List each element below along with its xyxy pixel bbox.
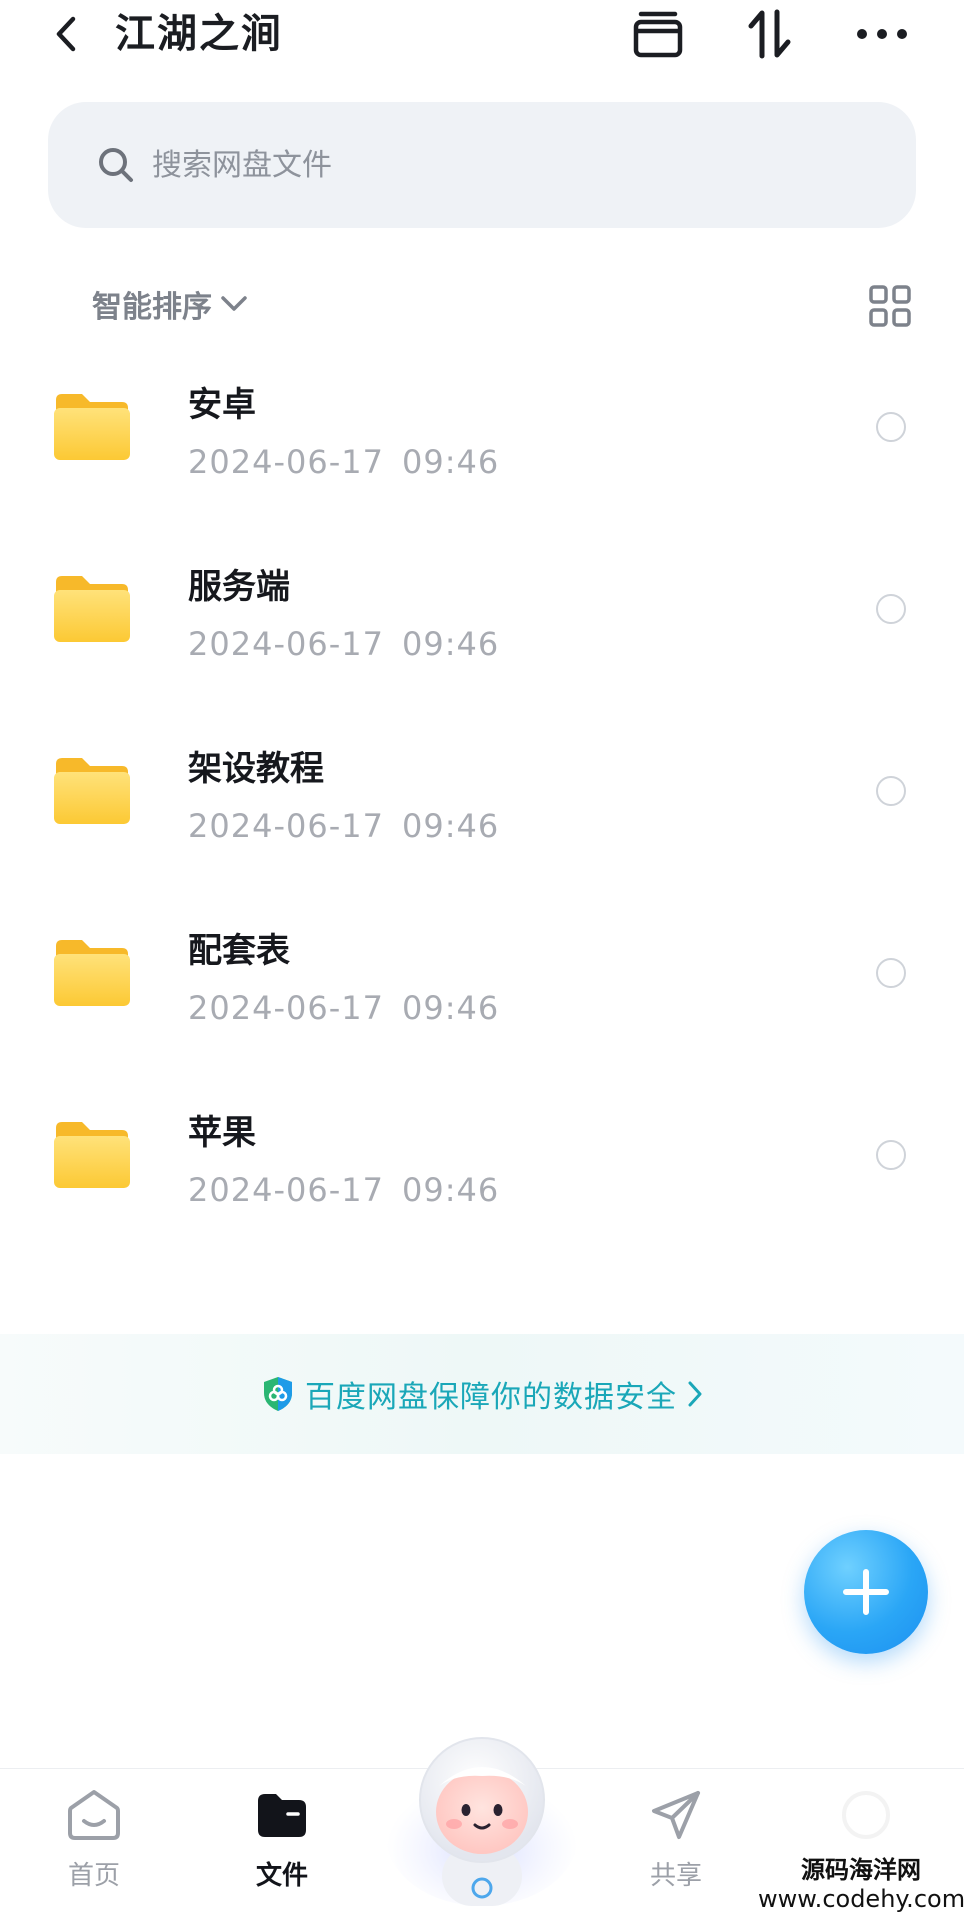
sort-transfer-icon xyxy=(748,9,791,59)
file-row[interactable]: 架设教程 2024-06-17 09:46 xyxy=(0,724,964,906)
sort-row: 智能排序 xyxy=(0,274,964,334)
tab-share-label: 共享 xyxy=(649,1861,702,1891)
search-icon xyxy=(96,145,136,185)
tab-files-label: 文件 xyxy=(255,1861,308,1891)
select-checkbox[interactable] xyxy=(876,412,906,442)
page-title: 江湖之涧 xyxy=(115,11,283,57)
folder-icon xyxy=(54,940,130,1006)
more-icon xyxy=(857,29,907,39)
file-modified-time: 2024-06-17 09:46 xyxy=(188,440,499,484)
file-modified-time: 2024-06-17 09:46 xyxy=(188,986,499,1030)
chevron-left-icon xyxy=(56,16,76,52)
file-clock: 09:46 xyxy=(401,443,500,481)
watermark-url: www.codehy.com xyxy=(758,1884,964,1914)
file-row[interactable]: 苹果 2024-06-17 09:46 xyxy=(0,1088,964,1270)
top-bar: 江湖之涧 xyxy=(0,0,964,70)
file-row[interactable]: 服务端 2024-06-17 09:46 xyxy=(0,542,964,724)
chevron-right-icon xyxy=(688,1381,702,1407)
profile-icon xyxy=(838,1787,894,1843)
chevron-down-icon xyxy=(221,296,247,311)
search-bar[interactable] xyxy=(48,102,916,228)
file-clock: 09:46 xyxy=(401,989,500,1027)
paper-plane-icon xyxy=(648,1787,704,1843)
archive-icon xyxy=(633,11,683,58)
tab-files[interactable]: 文件 xyxy=(222,1787,342,1907)
file-name: 配套表 xyxy=(188,931,290,971)
select-checkbox[interactable] xyxy=(876,1140,906,1170)
shield-icon xyxy=(264,1377,292,1411)
search-input[interactable] xyxy=(152,147,752,183)
file-row[interactable]: 安卓 2024-06-17 09:46 xyxy=(0,360,964,542)
file-name: 服务端 xyxy=(188,567,290,607)
file-name: 苹果 xyxy=(188,1113,256,1153)
folder-icon xyxy=(54,1122,130,1188)
back-button[interactable] xyxy=(44,8,88,60)
select-checkbox[interactable] xyxy=(876,958,906,988)
add-button[interactable] xyxy=(804,1530,928,1654)
folder-icon xyxy=(54,576,130,642)
security-banner[interactable]: 百度网盘保障你的数据安全 xyxy=(0,1334,964,1454)
security-text: 百度网盘保障你的数据安全 xyxy=(305,1380,677,1415)
archive-button[interactable] xyxy=(628,6,688,62)
app-root: 江湖之涧 搜索网盘文件 智能排序 安卓 2024-06-17 09:46 服务端… xyxy=(0,0,964,1918)
folder-icon xyxy=(54,758,130,824)
file-date: 2024-06-17 xyxy=(188,807,384,845)
file-date: 2024-06-17 xyxy=(188,625,384,663)
more-button[interactable] xyxy=(852,6,912,62)
file-clock: 09:46 xyxy=(401,625,500,663)
folder-icon xyxy=(254,1787,310,1843)
grid-view-button[interactable] xyxy=(868,284,912,328)
file-date: 2024-06-17 xyxy=(188,989,384,1027)
file-date: 2024-06-17 xyxy=(188,443,384,481)
file-modified-time: 2024-06-17 09:46 xyxy=(188,1168,499,1212)
select-checkbox[interactable] xyxy=(876,776,906,806)
plus-icon xyxy=(843,1569,889,1615)
sort-label: 智能排序 xyxy=(92,290,212,325)
file-list: 安卓 2024-06-17 09:46 服务端 2024-06-17 09:46 xyxy=(0,360,964,1270)
file-name: 安卓 xyxy=(188,385,256,425)
select-checkbox[interactable] xyxy=(876,594,906,624)
sort-dropdown[interactable]: 智能排序 xyxy=(92,282,248,326)
file-modified-time: 2024-06-17 09:46 xyxy=(188,622,499,666)
assistant-mascot-icon[interactable] xyxy=(384,1716,580,1912)
file-date: 2024-06-17 xyxy=(188,1171,384,1209)
file-modified-time: 2024-06-17 09:46 xyxy=(188,804,499,848)
file-clock: 09:46 xyxy=(401,807,500,845)
grid-view-icon xyxy=(869,285,911,327)
file-clock: 09:46 xyxy=(401,1171,500,1209)
file-row[interactable]: 配套表 2024-06-17 09:46 xyxy=(0,906,964,1088)
watermark: 源码海洋网 www.codehy.com xyxy=(758,1856,964,1918)
watermark-title: 源码海洋网 xyxy=(801,1856,921,1884)
tab-home[interactable]: 首页 xyxy=(34,1787,154,1907)
tab-share[interactable]: 共享 xyxy=(616,1787,736,1907)
folder-icon xyxy=(54,394,130,460)
home-face-icon xyxy=(66,1787,122,1843)
file-name: 架设教程 xyxy=(188,749,324,789)
tab-home-label: 首页 xyxy=(67,1861,120,1891)
transfer-sort-button[interactable] xyxy=(740,6,800,62)
